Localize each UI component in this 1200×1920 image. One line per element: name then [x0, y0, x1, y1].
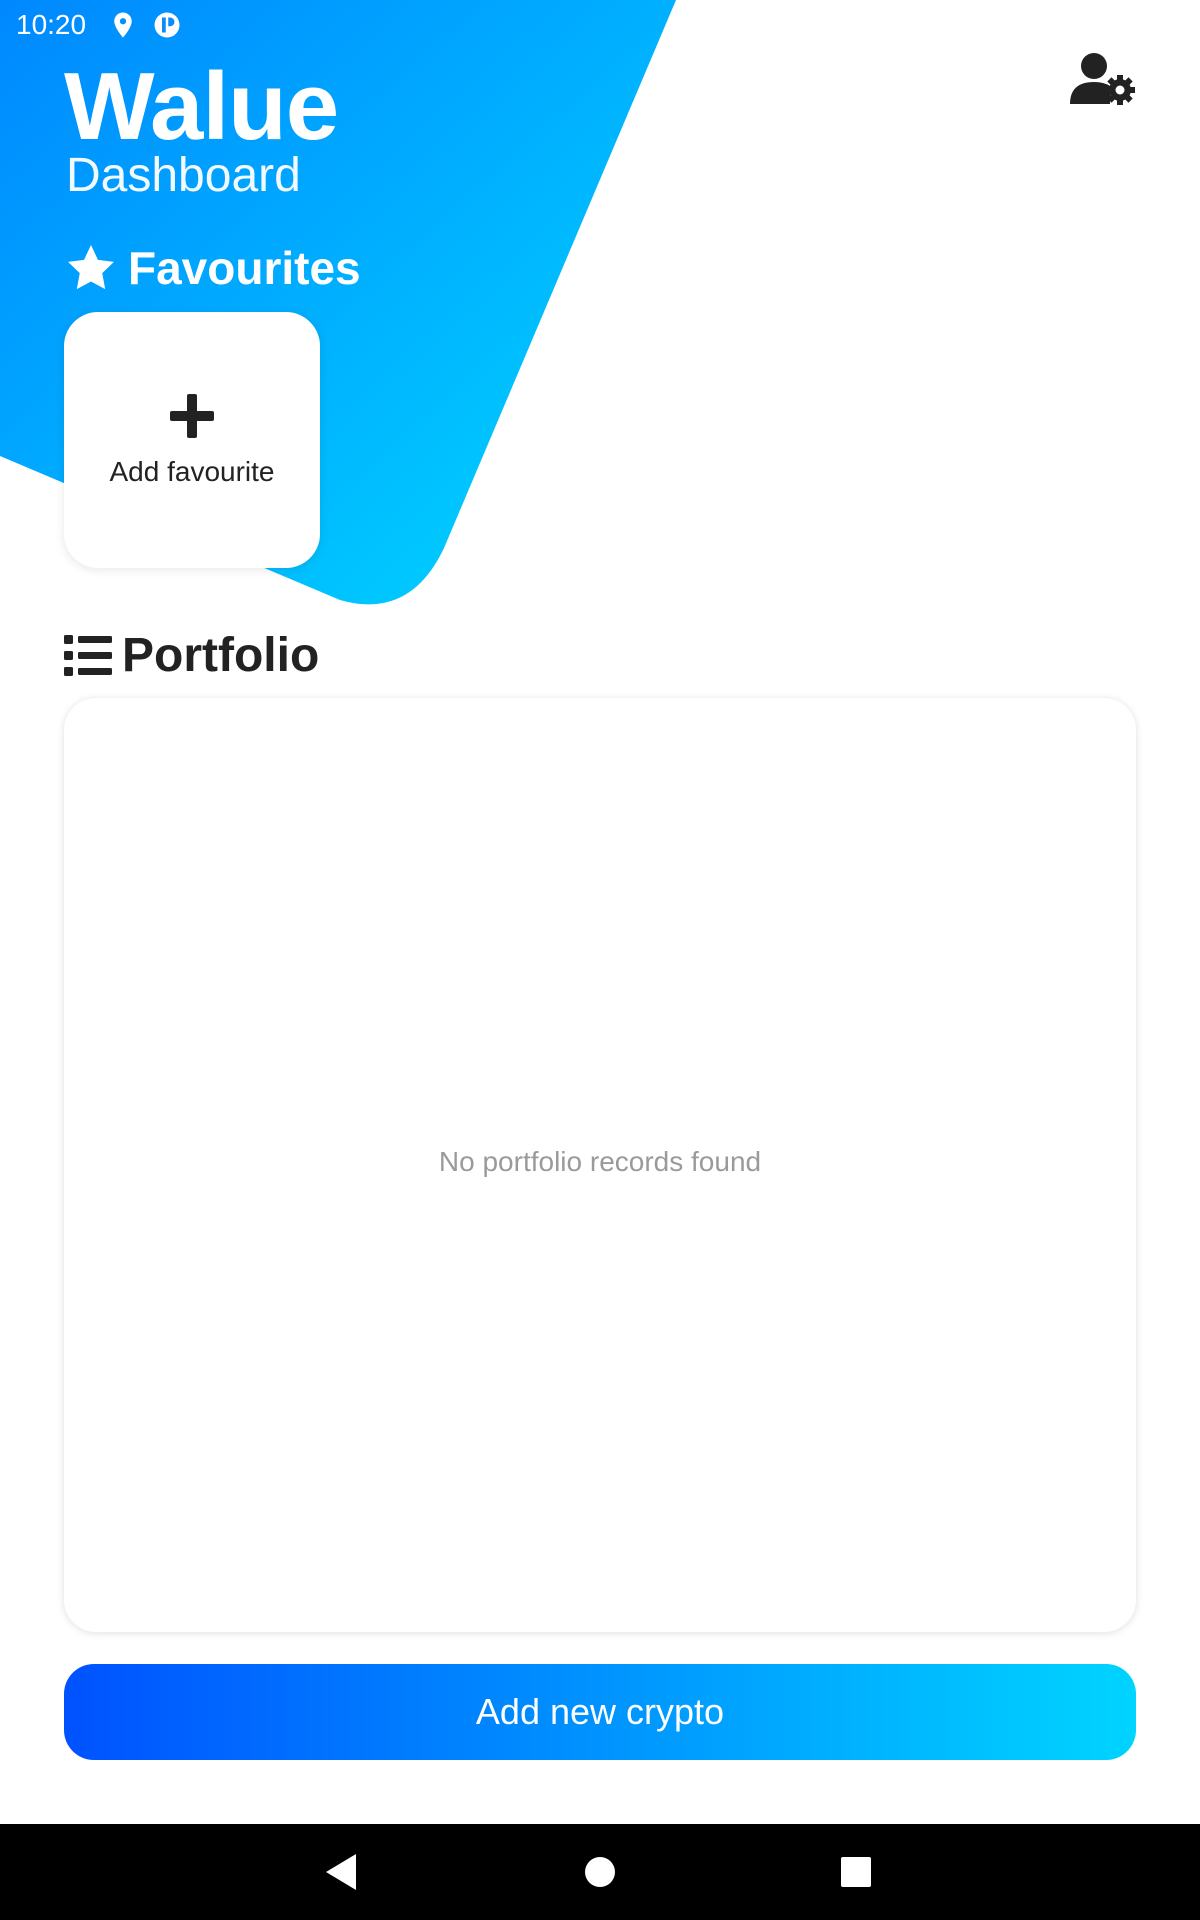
add-new-crypto-button[interactable]: Add new crypto	[64, 1664, 1136, 1760]
app-title: Walue	[64, 53, 339, 160]
home-icon[interactable]	[576, 1848, 624, 1896]
portfolio-empty-message: No portfolio records found	[438, 1146, 762, 1177]
add-favourite-label: Add favourite	[109, 456, 275, 487]
location-pin-icon	[108, 10, 138, 40]
portfolio-heading: Portfolio	[64, 625, 319, 685]
user-settings-button[interactable]	[1068, 50, 1138, 110]
portfolio-heading-label: Portfolio	[122, 628, 320, 682]
portfolio-list: No portfolio records found	[64, 698, 1136, 1632]
page-subtitle: Dashboard	[66, 149, 301, 202]
plus-icon	[168, 392, 216, 440]
app-notification-icon	[152, 10, 182, 40]
status-bar: 10:20	[0, 0, 1200, 50]
star-icon	[64, 241, 118, 295]
favourites-heading-label: Favourites	[128, 242, 361, 294]
user-settings-icon	[1070, 53, 1135, 105]
recents-icon[interactable]	[832, 1848, 880, 1896]
status-time: 10:20	[16, 9, 87, 40]
system-navigation-bar	[0, 1824, 1200, 1920]
add-favourite-button[interactable]: Add favourite	[64, 312, 320, 568]
back-icon[interactable]	[318, 1848, 366, 1896]
list-icon	[64, 633, 112, 677]
favourites-heading: Favourites	[64, 238, 361, 298]
